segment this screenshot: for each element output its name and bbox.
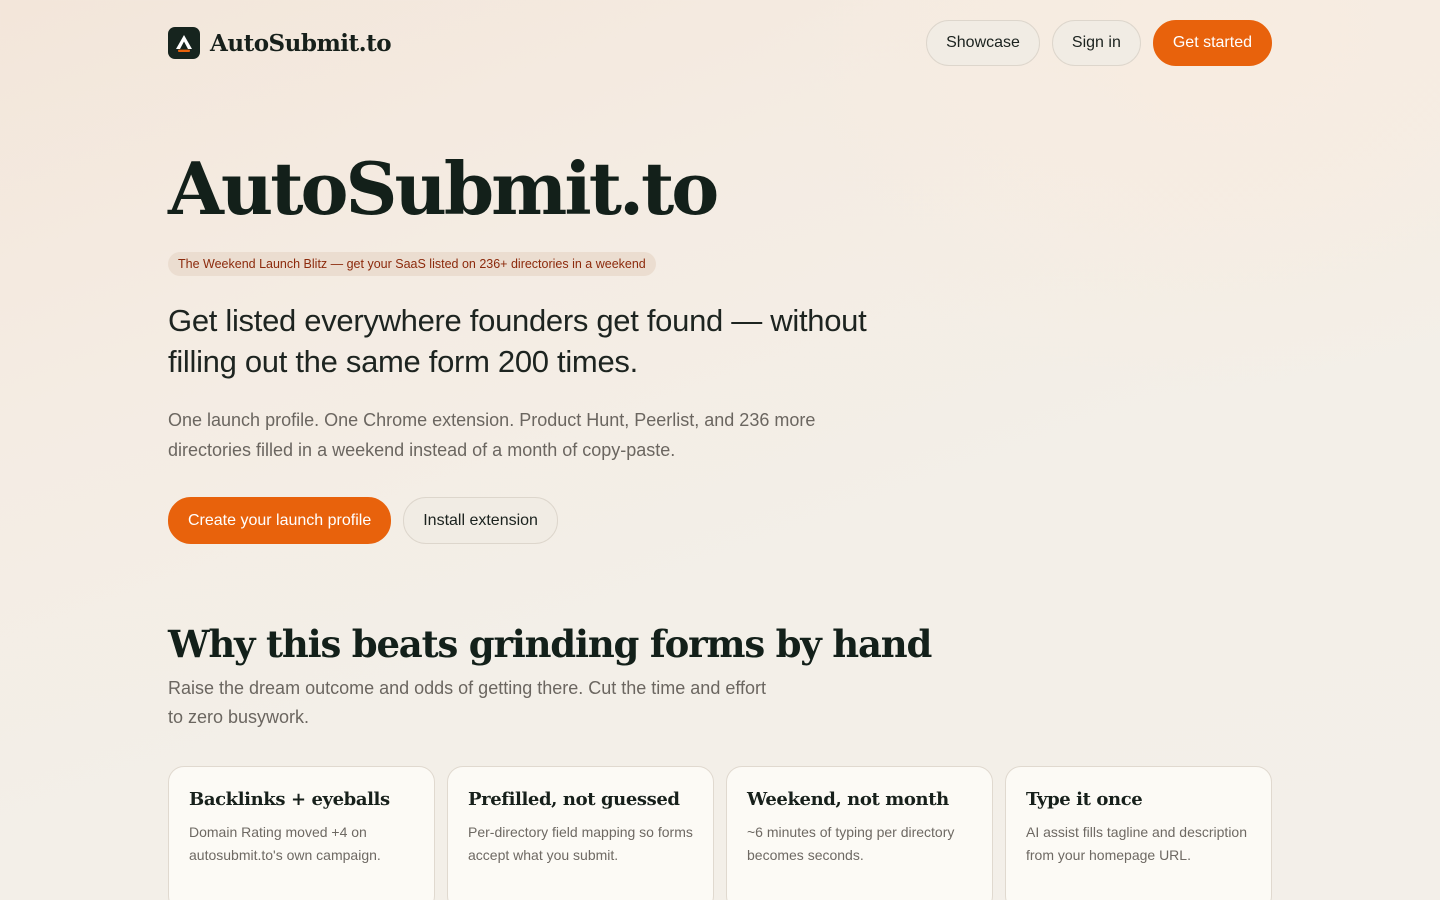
hero-section: AutoSubmit.to The Weekend Launch Blitz —… xyxy=(168,148,1272,544)
top-nav: Showcase Sign in Get started xyxy=(926,20,1272,66)
brand-name: AutoSubmit.to xyxy=(210,29,392,57)
why-subtext: Raise the dream outcome and odds of gett… xyxy=(168,678,767,727)
why-section: Why this beats grinding forms by hand Ra… xyxy=(168,622,1272,900)
benefit-card: Weekend, not month ~6 minutes of typing … xyxy=(726,766,993,900)
promo-badge: The Weekend Launch Blitz — get your SaaS… xyxy=(168,252,656,276)
autosubmit-logo-icon xyxy=(168,27,200,59)
why-title: Why this beats grinding forms by hand xyxy=(168,622,932,666)
benefit-card: Prefilled, not guessed Per-directory fie… xyxy=(447,766,714,900)
card-title: Type it once xyxy=(1026,789,1143,810)
sign-in-button[interactable]: Sign in xyxy=(1051,20,1141,66)
site-header: AutoSubmit.to Showcase Sign in Get start… xyxy=(168,0,1272,86)
get-started-button[interactable]: Get started xyxy=(1152,20,1272,66)
install-extension-button[interactable]: Install extension xyxy=(403,497,558,544)
card-text: Domain Rating moved +4 on autosubmit.to'… xyxy=(189,824,381,863)
hero-lede: Get listed everywhere founders get found… xyxy=(168,303,867,379)
card-title: Backlinks + eyeballs xyxy=(189,789,390,810)
card-title: Prefilled, not guessed xyxy=(468,789,680,810)
hero-cta-group: Create your launch profile Install exten… xyxy=(168,497,1272,544)
create-launch-profile-button[interactable]: Create your launch profile xyxy=(168,497,392,544)
benefit-cards: Backlinks + eyeballs Domain Rating moved… xyxy=(168,766,1272,900)
showcase-button[interactable]: Showcase xyxy=(926,20,1040,66)
benefit-card: Type it once AI assist fills tagline and… xyxy=(1005,766,1272,900)
hero-subtext: One launch profile. One Chrome extension… xyxy=(168,410,816,460)
hero-title: AutoSubmit.to xyxy=(168,146,719,231)
card-text: AI assist fills tagline and description … xyxy=(1026,824,1247,863)
card-title: Weekend, not month xyxy=(747,789,949,810)
card-text: ~6 minutes of typing per directory becom… xyxy=(747,824,955,863)
card-text: Per-directory field mapping so forms acc… xyxy=(468,824,693,863)
brand-link[interactable]: AutoSubmit.to xyxy=(168,27,392,59)
benefit-card: Backlinks + eyeballs Domain Rating moved… xyxy=(168,766,435,900)
page: AutoSubmit.to Showcase Sign in Get start… xyxy=(168,0,1272,900)
